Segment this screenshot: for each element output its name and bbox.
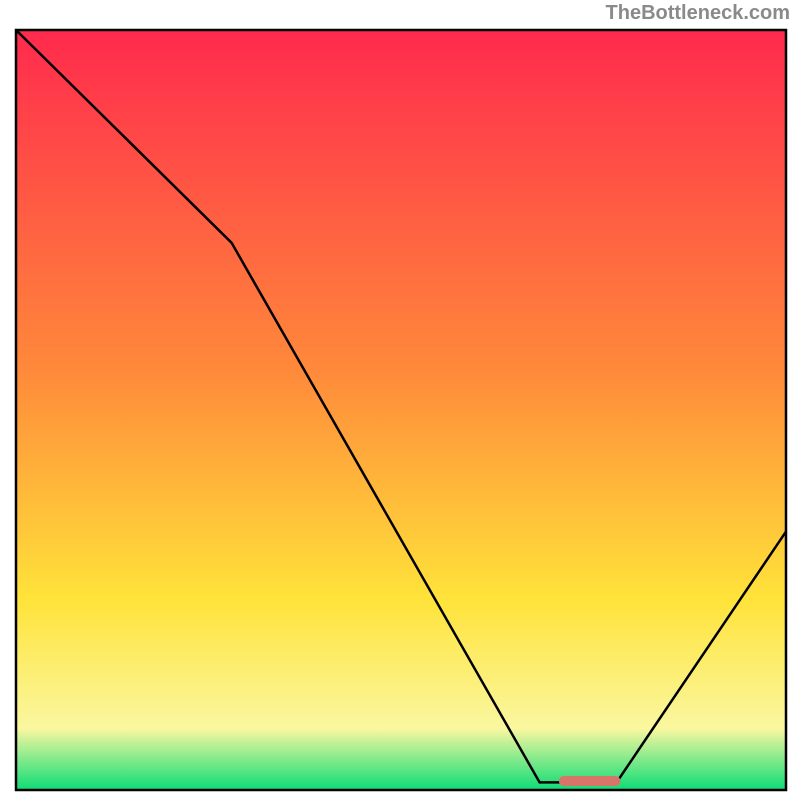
bottleneck-plot bbox=[0, 0, 800, 800]
optimal-marker bbox=[559, 776, 621, 786]
chart-container: TheBottleneck.com bbox=[0, 0, 800, 800]
